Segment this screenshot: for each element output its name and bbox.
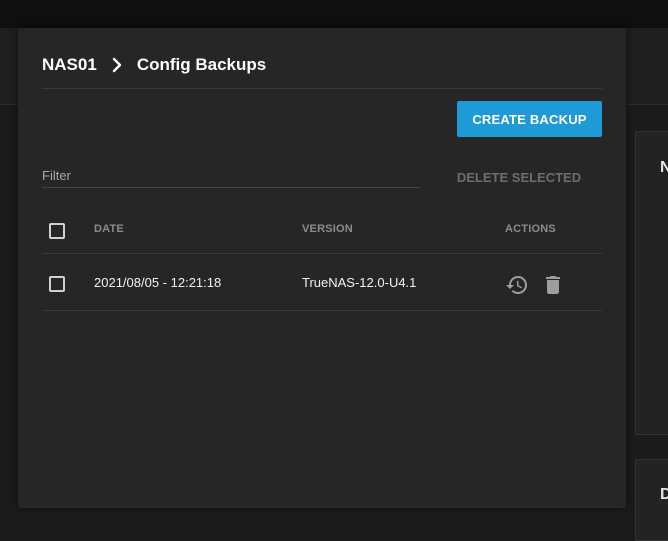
restore-icon[interactable] bbox=[505, 273, 529, 297]
delete-selected-button[interactable]: DELETE SELECTED bbox=[444, 165, 594, 189]
background-card-one: N bbox=[635, 131, 668, 435]
filter-field[interactable] bbox=[42, 165, 420, 188]
delete-icon[interactable] bbox=[541, 273, 565, 297]
column-header-date[interactable]: DATE bbox=[94, 223, 124, 235]
breadcrumb-parent[interactable]: NAS01 bbox=[42, 55, 97, 75]
breadcrumb-current: Config Backups bbox=[136, 55, 267, 74]
row-date: 2021/08/05 - 12:21:18 bbox=[94, 275, 222, 290]
row-select-checkbox[interactable] bbox=[49, 276, 65, 292]
create-backup-button[interactable]: CREATE BACKUP bbox=[457, 101, 602, 137]
app-top-bar bbox=[0, 0, 668, 28]
row-version: TrueNAS-12.0-U4.1 bbox=[302, 275, 417, 290]
header-row-divider bbox=[42, 253, 602, 254]
select-all-checkbox[interactable] bbox=[49, 223, 65, 239]
breadcrumb: NAS01 Config Backups bbox=[42, 54, 266, 76]
row-divider bbox=[42, 310, 602, 311]
header-divider bbox=[42, 88, 602, 89]
background-card-one-title: N bbox=[660, 159, 668, 176]
column-header-version[interactable]: VERSION bbox=[302, 223, 353, 235]
background-card-two: D bbox=[635, 459, 668, 541]
column-header-actions: ACTIONS bbox=[505, 223, 556, 235]
config-backups-panel: NAS01 Config Backups CREATE BACKUP DELET… bbox=[18, 28, 626, 508]
chevron-right-icon bbox=[105, 54, 129, 76]
filter-input[interactable] bbox=[42, 165, 420, 185]
background-card-two-title: D bbox=[660, 486, 668, 503]
